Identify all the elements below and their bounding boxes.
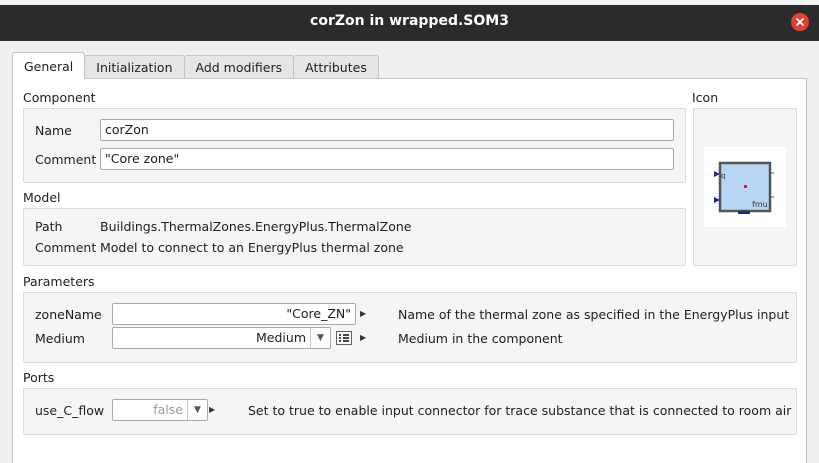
name-input[interactable]: corZon [100,119,674,141]
parameters-group: zoneName "Core_ZN" ▶ Name of the thermal… [23,292,797,363]
port-name-use_C_flow: use_C_flow [35,403,105,418]
tab-bar: General Initialization Add modifiers Att… [12,52,379,79]
model-comment-value: Model to connect to an EnergyPlus therma… [100,240,404,255]
comment-label: Comment [35,152,97,167]
chevron-down-icon[interactable]: ▼ [310,328,330,348]
model-group: Path Buildings.ThermalZones.EnergyPlus.T… [23,208,686,266]
param-desc-zoneName: Name of the thermal zone as specified in… [398,307,790,322]
fmu-label: fmu [752,200,768,209]
general-tab-pane: Component Name corZon Comment "Core zone… [12,78,807,463]
port-q-label: q [721,172,725,180]
chevron-down-icon[interactable]: ▼ [187,400,207,420]
model-comment-label: Comment [35,240,97,255]
port-combo-value-use_C_flow: false [153,402,183,417]
icon-section-label: Icon [692,90,719,105]
param-menu-arrow-zoneName[interactable]: ▶ [360,309,366,318]
name-label: Name [35,123,72,138]
window-title: corZon in wrapped.SOM3 [310,13,509,29]
close-button[interactable] [791,13,809,31]
port-combo-use_C_flow[interactable]: false ▼ [112,399,208,421]
parameters-section-label: Parameters [23,274,95,289]
param-name-zoneName: zoneName [35,307,102,322]
param-menu-arrow-Medium[interactable]: ▶ [360,333,366,342]
tab-initialization[interactable]: Initialization [84,55,185,78]
tab-general[interactable]: General [12,52,86,79]
ports-section-label: Ports [23,370,55,385]
tab-attributes[interactable]: Attributes [293,55,379,78]
list-icon[interactable] [336,331,352,345]
path-value: Buildings.ThermalZones.EnergyPlus.Therma… [100,219,412,234]
param-combo-Medium[interactable]: Medium ▼ [112,327,331,349]
icon-group: q fmu [693,108,797,266]
background-window-strip [0,0,819,5]
model-section-label: Model [23,190,61,205]
ports-group: use_C_flow false ▼ ▶ Set to true to enab… [23,388,797,435]
param-input-zoneName[interactable]: "Core_ZN" [112,303,356,325]
dialog-body: General Initialization Add modifiers Att… [0,41,819,463]
comment-input[interactable]: "Core zone" [100,148,674,170]
component-group: Name corZon Comment "Core zone" [23,108,686,183]
component-section-label: Component [23,90,96,105]
close-icon [796,18,804,26]
path-label: Path [35,219,63,234]
param-name-Medium: Medium [35,331,85,346]
tab-add-modifiers[interactable]: Add modifiers [183,55,295,78]
param-desc-Medium: Medium in the component [398,331,563,346]
param-combo-value-Medium: Medium [256,330,306,345]
port-menu-arrow-use_C_flow[interactable]: ▶ [209,405,215,414]
component-icon: q fmu [704,147,786,227]
title-bar: corZon in wrapped.SOM3 [0,0,819,41]
port-desc-use_C_flow: Set to true to enable input connector fo… [248,403,792,418]
